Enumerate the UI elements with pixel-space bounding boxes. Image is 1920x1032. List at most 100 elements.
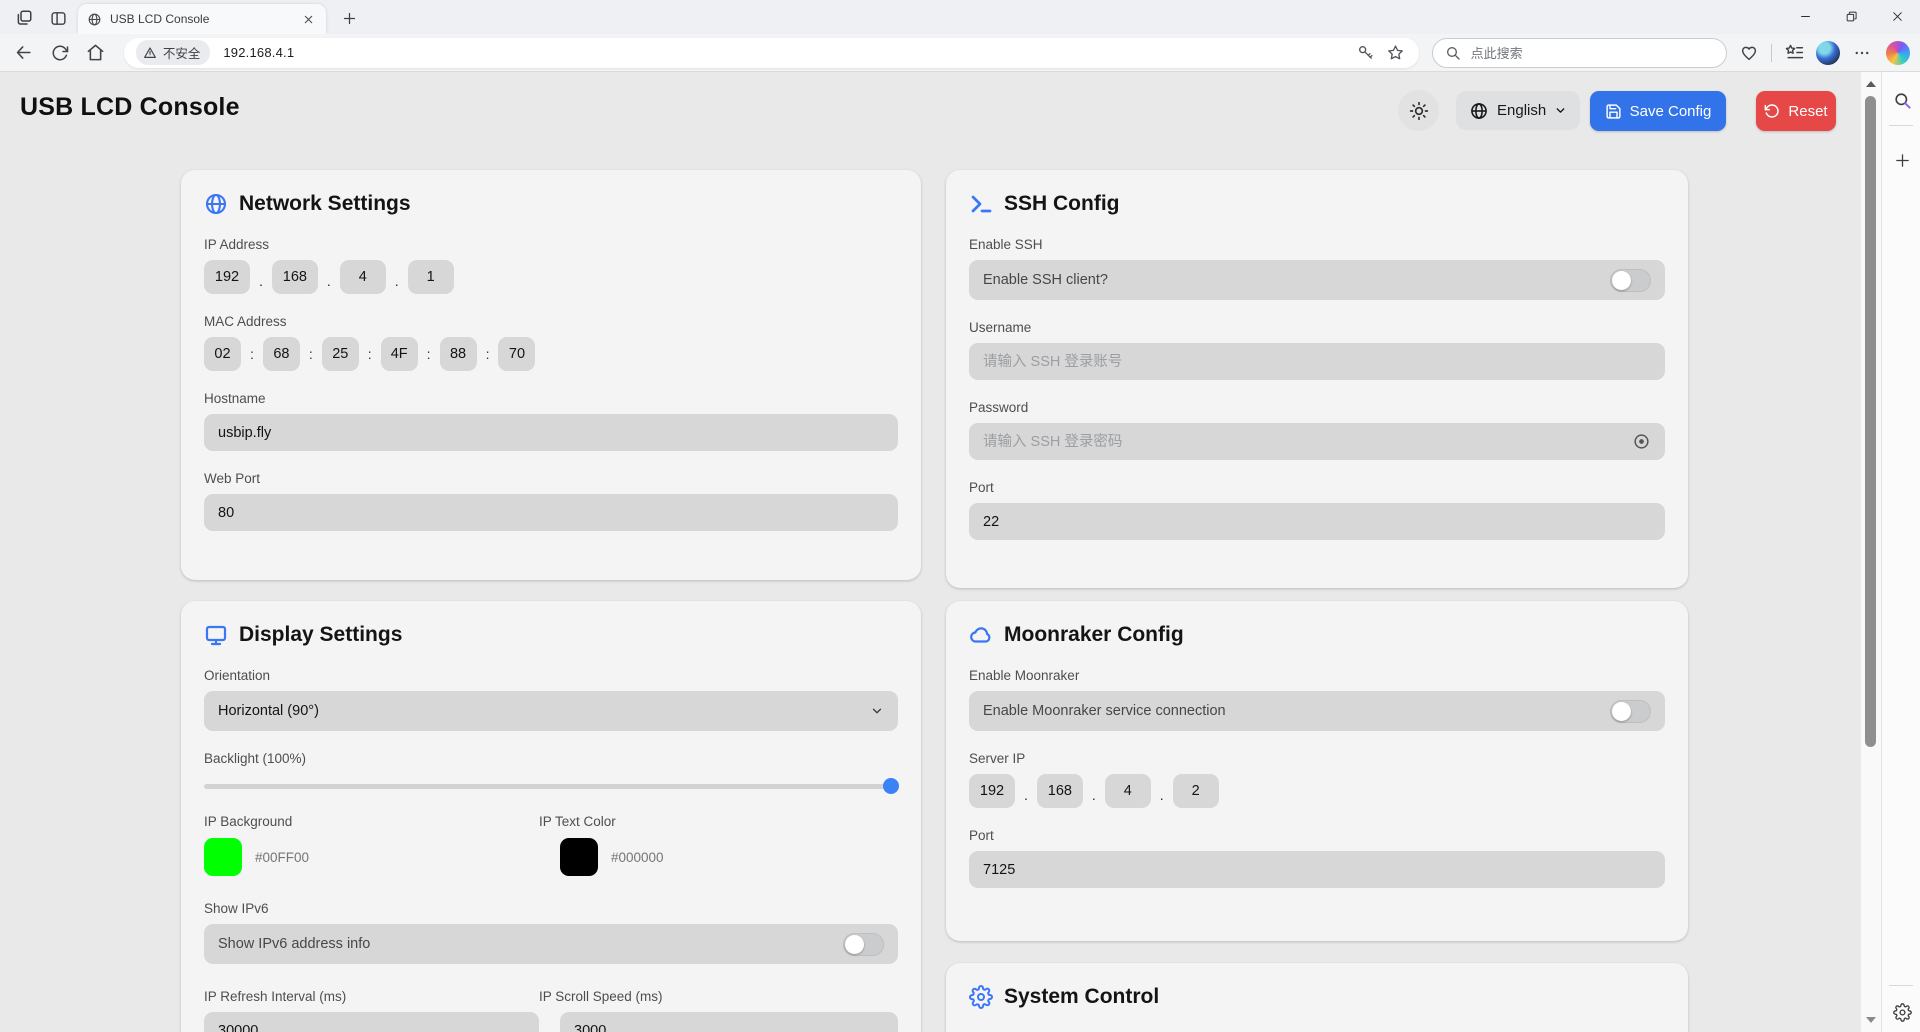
enable-ssh-row: Enable SSH client? <box>969 260 1665 300</box>
favorites-list-icon[interactable] <box>1782 41 1806 65</box>
tab-strip: USB LCD Console <box>0 0 1920 34</box>
backlight-slider[interactable] <box>204 778 898 794</box>
web-port-input[interactable] <box>204 494 898 531</box>
ssh-port-label: Port <box>969 479 1665 496</box>
card-title: Network Settings <box>239 192 411 216</box>
save-label: Save Config <box>1630 103 1712 120</box>
ip-octet-input[interactable]: 4 <box>1105 774 1151 808</box>
enable-moonraker-text: Enable Moonraker service connection <box>983 703 1226 719</box>
mac-separator: : <box>368 346 372 362</box>
address-bar[interactable]: 不安全 192.168.4.1 <box>124 38 1419 68</box>
favorite-star-icon[interactable] <box>1385 42 1407 64</box>
ip-octet-input[interactable]: 2 <box>1173 774 1219 808</box>
password-key-icon[interactable] <box>1355 42 1377 64</box>
language-selector[interactable]: English <box>1456 91 1580 130</box>
card-title: System Control <box>1004 985 1159 1009</box>
mac-separator: : <box>427 346 431 362</box>
mac-byte-input[interactable]: 70 <box>498 337 535 371</box>
window-close-button[interactable] <box>1874 0 1920 32</box>
moonraker-port-label: Port <box>969 827 1665 844</box>
page-scrollbar[interactable] <box>1861 72 1881 1032</box>
ssh-config-card: SSH Config Enable SSH Enable SSH client?… <box>946 170 1688 588</box>
sidebar-add-icon[interactable] <box>1890 148 1914 172</box>
search-placeholder: 点此搜索 <box>1471 43 1523 62</box>
ip-background-label: IP Background <box>204 813 539 830</box>
slider-knob[interactable] <box>883 778 899 794</box>
enable-moonraker-row: Enable Moonraker service connection <box>969 691 1665 731</box>
security-badge[interactable]: 不安全 <box>136 40 211 65</box>
scroll-up-icon[interactable] <box>1861 76 1881 92</box>
refresh-interval-label: IP Refresh Interval (ms) <box>204 988 539 1005</box>
copilot-icon[interactable] <box>1886 41 1910 65</box>
refresh-icon[interactable] <box>46 39 74 67</box>
network-settings-card: Network Settings IP Address 192 . 168 . … <box>181 170 921 580</box>
tab-actions-icon[interactable] <box>45 5 71 31</box>
gear-icon <box>969 985 993 1009</box>
moonraker-port-input[interactable] <box>969 851 1665 888</box>
enable-ssh-toggle[interactable] <box>1610 269 1651 292</box>
page-title: USB LCD Console <box>20 93 240 122</box>
ip-text-color-hex: #000000 <box>611 850 664 865</box>
ip-separator: . <box>259 268 263 294</box>
ip-octet-input[interactable]: 192 <box>204 260 250 294</box>
browser-essentials-icon[interactable] <box>1737 41 1761 65</box>
system-control-card: System Control <box>946 963 1688 1032</box>
scroll-speed-input[interactable] <box>560 1012 898 1032</box>
ssh-port-input[interactable] <box>969 503 1665 540</box>
network-globe-icon <box>204 192 228 216</box>
show-ipv6-text: Show IPv6 address info <box>218 936 370 952</box>
reset-button[interactable]: Reset <box>1756 91 1836 131</box>
eye-icon[interactable] <box>1631 431 1652 452</box>
sidebar-search-icon[interactable] <box>1890 88 1914 112</box>
ip-octet-input[interactable]: 192 <box>969 774 1015 808</box>
moonraker-config-card: Moonraker Config Enable Moonraker Enable… <box>946 601 1688 941</box>
profile-avatar[interactable] <box>1816 41 1840 65</box>
globe-icon <box>1469 101 1489 121</box>
mac-byte-input[interactable]: 02 <box>204 337 241 371</box>
show-ipv6-toggle[interactable] <box>843 933 884 956</box>
scroll-down-icon[interactable] <box>1861 1012 1881 1028</box>
window-restore-button[interactable] <box>1828 0 1874 32</box>
hostname-input[interactable] <box>204 414 898 451</box>
mac-separator: : <box>309 346 313 362</box>
ip-octet-input[interactable]: 1 <box>408 260 454 294</box>
orientation-select[interactable]: Horizontal (90°) <box>204 691 898 731</box>
back-icon[interactable] <box>10 39 38 67</box>
ip-background-swatch[interactable] <box>204 838 242 876</box>
chevron-down-icon <box>870 704 884 718</box>
refresh-interval-input[interactable] <box>204 1012 539 1032</box>
window-minimize-button[interactable] <box>1782 0 1828 32</box>
card-title: SSH Config <box>1004 192 1120 216</box>
toolbar-divider <box>1771 44 1772 62</box>
ip-octet-input[interactable]: 4 <box>340 260 386 294</box>
save-config-button[interactable]: Save Config <box>1590 91 1726 131</box>
tab-close-icon[interactable] <box>299 10 317 28</box>
ssh-username-input[interactable] <box>969 343 1665 380</box>
enable-moonraker-label: Enable Moonraker <box>969 667 1665 684</box>
server-ip-inputs: 192 . 168 . 4 . 2 <box>969 774 1665 808</box>
mac-byte-input[interactable]: 4F <box>381 337 418 371</box>
home-icon[interactable] <box>82 39 110 67</box>
mac-address-inputs: 02 : 68 : 25 : 4F : 88 : 70 <box>204 337 898 371</box>
search-box[interactable]: 点此搜索 <box>1432 38 1728 68</box>
more-menu-icon[interactable] <box>1850 41 1874 65</box>
ip-background-hex: #00FF00 <box>255 850 309 865</box>
edge-sidebar <box>1881 72 1920 1032</box>
enable-ssh-text: Enable SSH client? <box>983 272 1108 288</box>
url-text: 192.168.4.1 <box>223 45 294 60</box>
workspaces-icon[interactable] <box>11 5 37 31</box>
mac-byte-input[interactable]: 88 <box>440 337 477 371</box>
mac-byte-input[interactable]: 68 <box>263 337 300 371</box>
sidebar-settings-gear-icon[interactable] <box>1890 1000 1914 1024</box>
ip-text-color-swatch[interactable] <box>560 838 598 876</box>
scrollbar-thumb[interactable] <box>1865 96 1876 747</box>
ip-octet-input[interactable]: 168 <box>272 260 318 294</box>
mac-byte-input[interactable]: 25 <box>322 337 359 371</box>
ip-octet-input[interactable]: 168 <box>1037 774 1083 808</box>
browser-tab[interactable]: USB LCD Console <box>78 4 326 34</box>
reset-label: Reset <box>1788 103 1827 120</box>
enable-moonraker-toggle[interactable] <box>1610 700 1651 723</box>
theme-toggle-button[interactable] <box>1398 90 1439 131</box>
ssh-password-input[interactable] <box>969 423 1665 460</box>
new-tab-button[interactable] <box>338 7 360 29</box>
